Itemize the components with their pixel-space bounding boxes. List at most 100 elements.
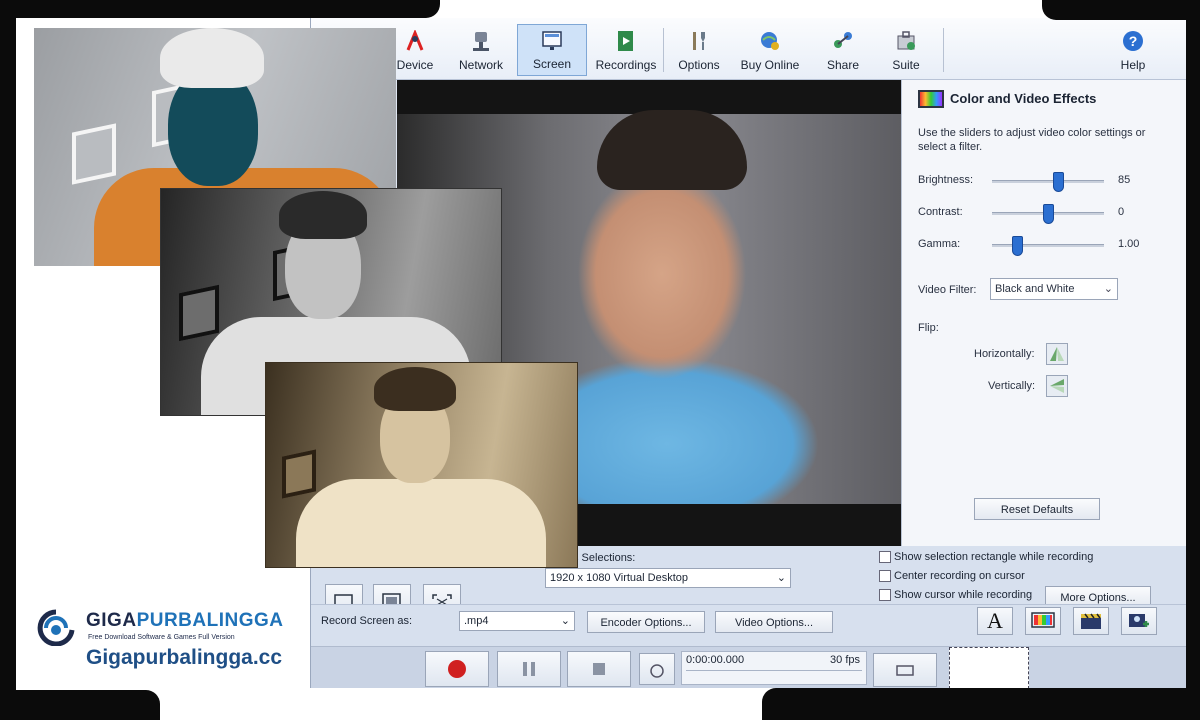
toolbar-separator <box>663 28 664 72</box>
color-effects-button[interactable] <box>1025 607 1061 635</box>
gamma-slider[interactable] <box>992 236 1104 256</box>
text-overlay-button[interactable]: A <box>977 607 1013 635</box>
record-format-row: Record Screen as: .mp4 ⌄ Encoder Options… <box>311 604 1187 638</box>
checkbox-box[interactable] <box>879 551 891 563</box>
contrast-value: 0 <box>1118 206 1125 218</box>
sample-wall-frame <box>282 449 316 499</box>
text-overlay-icon: A <box>987 608 1003 633</box>
frame-border-right <box>1186 0 1200 720</box>
buy-online-icon <box>759 30 781 52</box>
chevron-down-icon: ⌄ <box>776 572 786 584</box>
chevron-down-icon: ⌄ <box>560 615 570 627</box>
gigapurbalingga-logo-icon <box>37 609 75 646</box>
gamma-value: 1.00 <box>1118 238 1140 250</box>
frame-border-left <box>0 0 16 720</box>
watermark-url: Gigapurbalingga.cc <box>86 646 283 669</box>
snapshot-icon <box>896 665 914 676</box>
pause-button[interactable] <box>497 651 561 687</box>
record-status-box: 0:00:00.000 30 fps <box>681 651 867 685</box>
gamma-slider-thumb[interactable] <box>1012 236 1023 256</box>
toolbar-screen-button[interactable]: Screen <box>517 24 587 76</box>
flip-horizontal-icon <box>1050 347 1064 361</box>
clapperboard-icon <box>1081 613 1101 629</box>
video-effects-button[interactable] <box>1073 607 1109 635</box>
toolbar-buy-online-label: Buy Online <box>740 58 800 72</box>
video-options-button[interactable]: Video Options... <box>715 611 833 633</box>
contrast-slider[interactable] <box>992 204 1104 224</box>
video-filter-label: Video Filter: <box>918 284 977 296</box>
sample-wall-frame <box>179 284 219 342</box>
encoder-options-button[interactable]: Encoder Options... <box>587 611 705 633</box>
record-fps: 30 fps <box>830 654 860 666</box>
screen-selection-value: 1920 x 1080 Virtual Desktop <box>550 572 688 584</box>
toolbar-network-button[interactable]: Network <box>453 24 509 76</box>
show-selection-rect-checkbox[interactable]: Show selection rectangle while recording <box>879 551 1093 563</box>
color-effects-icon <box>918 90 944 108</box>
frame-border-top-left <box>0 0 440 18</box>
toolbar-device-button[interactable]: Device <box>391 24 439 76</box>
watermark-brand-part2: PURBALINGGA <box>136 610 284 631</box>
record-button[interactable] <box>425 651 489 687</box>
toolbar-share-button[interactable]: Share <box>815 24 871 76</box>
toolbar-network-label: Network <box>458 58 503 72</box>
toolbar-suite-button[interactable]: Suite <box>881 24 931 76</box>
stop-icon <box>593 663 605 675</box>
toolbar-buy-online-button[interactable]: Buy Online <box>735 24 805 76</box>
record-controls-row: 0:00:00.000 30 fps <box>311 646 1187 689</box>
toolbar-recordings-label: Recordings <box>595 58 657 72</box>
flip-horizontal-button[interactable] <box>1046 343 1068 365</box>
network-icon <box>470 30 492 52</box>
screen-selection-dropdown[interactable]: 1920 x 1080 Virtual Desktop ⌄ <box>545 568 791 588</box>
record-format-dropdown[interactable]: .mp4 ⌄ <box>459 611 575 631</box>
toolbar-device-label: Device <box>396 58 434 72</box>
flip-horizontally-label: Horizontally: <box>974 348 1035 360</box>
show-selection-rect-label: Show selection rectangle while recording <box>894 551 1094 563</box>
sample-wall-frame <box>72 123 116 185</box>
watermark-tagline: Free Download Software & Games Full Vers… <box>88 634 235 641</box>
snapshot-button[interactable] <box>873 653 937 687</box>
record-format-value: .mp4 <box>464 615 489 627</box>
center-on-cursor-checkbox[interactable]: Center recording on cursor <box>879 570 1025 582</box>
webcam-overlay-button[interactable] <box>1121 607 1157 635</box>
video-filter-select[interactable]: Black and White ⌄ <box>990 278 1118 300</box>
sepia-filter-sample <box>265 362 578 568</box>
suite-icon <box>895 30 917 52</box>
watermark-brand-part1: GIGA <box>86 610 137 631</box>
timer-button[interactable] <box>639 653 675 685</box>
show-cursor-checkbox[interactable]: Show cursor while recording <box>879 589 1032 601</box>
stop-button[interactable] <box>567 651 631 687</box>
contrast-slider-thumb[interactable] <box>1043 204 1054 224</box>
screenshot-stage: Device Network Screen Recordings Options… <box>0 0 1200 720</box>
record-level-meter <box>686 670 862 676</box>
brightness-slider-thumb[interactable] <box>1053 172 1064 192</box>
watermark-brand: GIGAPURBALINGGA <box>86 610 284 632</box>
options-icon <box>688 30 710 52</box>
webcam-overlay-icon <box>1129 614 1149 627</box>
brightness-label: Brightness: <box>918 174 974 186</box>
record-time: 0:00:00.000 <box>686 654 745 666</box>
chevron-down-icon: ⌄ <box>1103 283 1113 295</box>
toolbar-help-button[interactable]: ? Help <box>1111 24 1155 76</box>
brightness-slider[interactable] <box>992 172 1104 192</box>
sample-subject-hair <box>374 367 456 411</box>
screen-icon <box>541 29 563 51</box>
frame-border-bottom-right <box>762 688 1200 720</box>
svg-text:?: ? <box>1129 33 1138 49</box>
toolbar-recordings-button[interactable]: Recordings <box>593 24 659 76</box>
main-toolbar: Device Network Screen Recordings Options… <box>311 18 1187 80</box>
show-cursor-label: Show cursor while recording <box>894 589 1033 601</box>
checkbox-box[interactable] <box>879 589 891 601</box>
toolbar-options-button[interactable]: Options <box>671 24 727 76</box>
reset-defaults-button[interactable]: Reset Defaults <box>974 498 1100 520</box>
flip-label: Flip: <box>918 322 939 334</box>
share-icon <box>832 30 854 52</box>
device-icon <box>404 29 426 52</box>
sample-subject-hair <box>160 28 264 88</box>
frame-border-bottom-left <box>0 690 160 720</box>
recordings-icon <box>615 30 637 52</box>
frame-border-top-right <box>1042 0 1200 20</box>
flip-vertical-button[interactable] <box>1046 375 1068 397</box>
sample-subject-hair <box>279 191 367 239</box>
checkbox-box[interactable] <box>879 570 891 582</box>
toolbar-share-label: Share <box>826 58 860 72</box>
